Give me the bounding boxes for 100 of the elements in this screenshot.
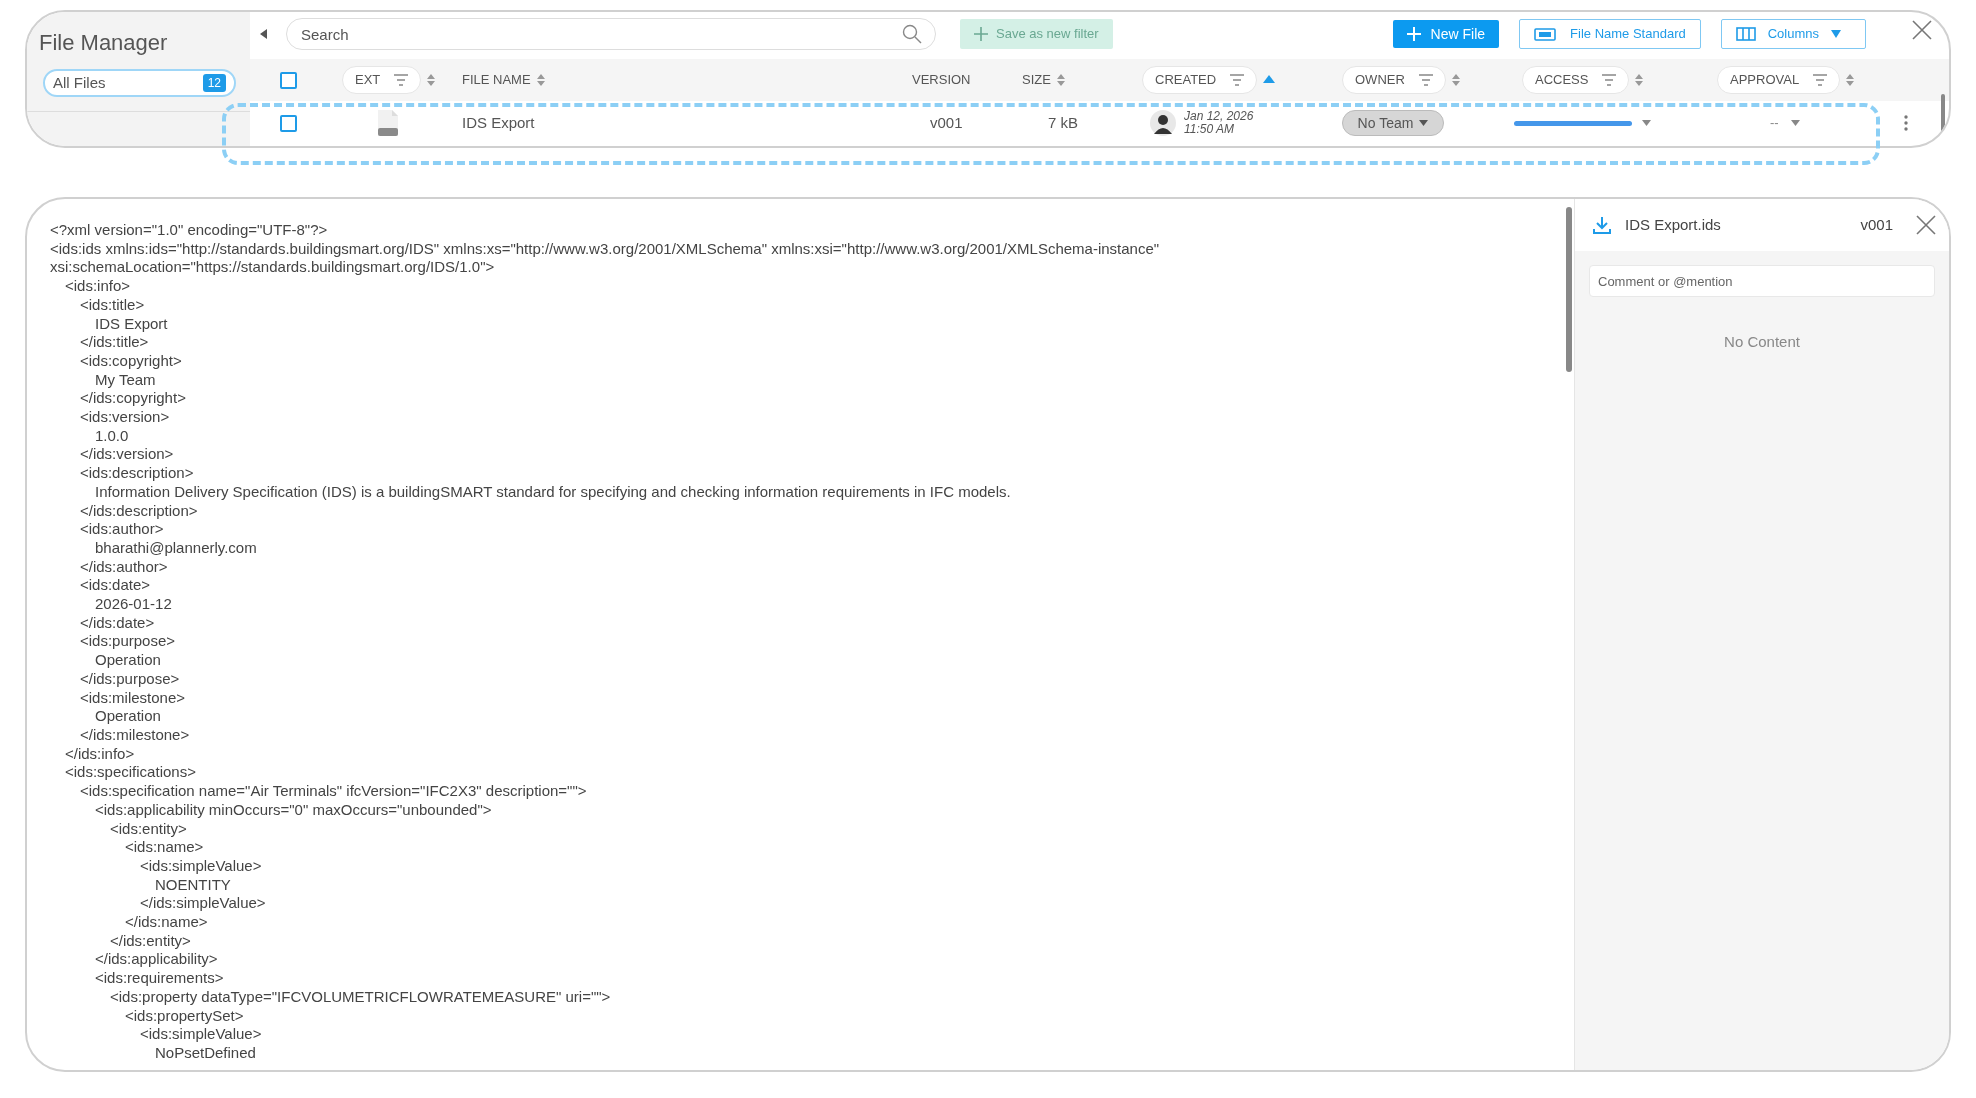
empty-message: No Content: [1723, 332, 1801, 352]
code-line: <ids:version>: [79, 408, 171, 427]
plus-icon: [974, 27, 988, 41]
column-header[interactable]: OWNER: [1342, 66, 1446, 94]
sort-icon[interactable]: [1056, 74, 1065, 86]
code-line: Information Delivery Specification (IDS) is a buildingSMART standard for specifying and checking information requirements in IFC models.: [94, 482, 1012, 502]
app-title: File Manager: [38, 29, 169, 57]
code-line: </ids:version>: [79, 445, 175, 465]
code-line: </ids:info>: [64, 744, 136, 764]
code-line: <ids:title>: [79, 295, 146, 315]
sort-icon[interactable]: [1846, 74, 1855, 86]
sort-icon[interactable]: [1635, 74, 1644, 86]
column-header[interactable]: CREATED: [1142, 66, 1258, 94]
sort-icon[interactable]: [536, 74, 545, 86]
column-header[interactable]: EXT: [342, 66, 422, 94]
code-line: <ids:info>: [64, 277, 132, 296]
code-line: Operation: [94, 651, 162, 670]
approval-value[interactable]: --: [1770, 113, 1779, 133]
close-button[interactable]: [1915, 214, 1937, 236]
column-header[interactable]: APPROVAL: [1717, 66, 1841, 94]
sort-ascending-icon[interactable]: [1263, 75, 1276, 83]
checkbox[interactable]: [280, 114, 297, 132]
code-line: <ids:applicability minOccurs="0" maxOccurs="unbounded">: [94, 800, 493, 820]
file-name: IDS Export.ids: [1625, 214, 1722, 235]
code-line: xsi:schemaLocation="https://standards.buildingsmart.org/IDS/1.0">: [50, 258, 496, 278]
download-icon: [1593, 216, 1611, 234]
caret-left-icon: [260, 29, 268, 39]
checkbox[interactable]: [280, 71, 297, 89]
header-label: OWNER: [1355, 71, 1405, 90]
column-header[interactable]: VERSION: [912, 66, 971, 94]
code-line: <ids:simpleValue>: [139, 1025, 263, 1044]
created-time: 11:50 AM: [1184, 123, 1236, 136]
code-line: 2026-01-12: [94, 595, 173, 614]
search-field[interactable]: Search: [286, 18, 936, 50]
code-line: <ids:specification name="Air Terminals" ifcVersion="IFC2X3" description="">: [79, 782, 588, 801]
filter-icon[interactable]: [1813, 74, 1828, 86]
item-label: All Files: [53, 72, 106, 93]
header-label: CREATED: [1155, 71, 1217, 90]
created-date: Jan 12, 2026: [1184, 110, 1254, 123]
file-version: v001: [1860, 214, 1893, 235]
caret-down-icon[interactable]: [1642, 120, 1651, 126]
code-line: </ids:entity>: [109, 931, 192, 951]
owner-dropdown[interactable]: No Team: [1342, 110, 1444, 136]
sort-icon[interactable]: [427, 74, 436, 86]
version-text: v001: [930, 113, 963, 131]
code-line: </ids:description>: [79, 501, 199, 521]
code-line: </ids:title>: [79, 333, 150, 352]
code-line: My Team: [94, 370, 157, 390]
code-line: </ids:date>: [79, 613, 156, 633]
code-line: <ids:date>: [79, 576, 152, 596]
code-line: </ids:simpleValue>: [139, 894, 267, 913]
code-line: <ids:requirements>: [94, 969, 225, 988]
code-line: <?xml version="1.0" encoding="UTF-8"?>: [50, 221, 329, 240]
caret-down-icon[interactable]: [1419, 120, 1429, 126]
download-button[interactable]: [1593, 216, 1611, 234]
column-header[interactable]: FILE NAME: [462, 66, 545, 94]
file-icon: [376, 110, 400, 136]
comment-field[interactable]: Comment or @mention: [1589, 265, 1935, 297]
code-line: </ids:author>: [79, 557, 169, 577]
sidebar-item[interactable]: All Files 12: [43, 69, 236, 97]
caret-down-icon: [1831, 30, 1841, 38]
plus-icon: [1406, 27, 1421, 41]
code-line: <ids:simpleValue>: [139, 856, 263, 876]
filter-icon[interactable]: [394, 74, 409, 86]
code-line: Operation: [94, 707, 162, 726]
code-line: <ids:entity>: [109, 819, 188, 839]
header-label: APPROVAL: [1730, 71, 1800, 90]
filter-icon[interactable]: [1418, 74, 1433, 86]
code-line: </ids:milestone>: [79, 726, 191, 745]
more-icon[interactable]: [1904, 115, 1908, 131]
file-name[interactable]: IDS Export: [462, 113, 535, 131]
code-line: 1.0.0: [94, 426, 130, 446]
code-line: <ids:milestone>: [79, 688, 187, 708]
code-line: NoPsetDefined: [154, 1043, 257, 1063]
label-icon: [1534, 27, 1557, 41]
code-line: <ids:copyright>: [79, 351, 183, 371]
code-line: <ids:propertySet>: [124, 1006, 245, 1026]
code-line: <ids:name>: [124, 838, 205, 857]
access-bar[interactable]: [1514, 120, 1632, 126]
code-line: </ids:copyright>: [79, 389, 187, 409]
code-line: bharathi@plannerly.com: [94, 538, 258, 558]
close-button[interactable]: [1911, 18, 1935, 42]
column-header[interactable]: SIZE: [1022, 66, 1065, 94]
code-line: <ids:purpose>: [79, 632, 177, 652]
caret-down-icon[interactable]: [1790, 120, 1800, 126]
code-line: </ids:applicability>: [94, 950, 219, 970]
avatar-icon: [1150, 110, 1176, 136]
code-line: </ids:purpose>: [79, 669, 181, 689]
code-line: <ids:property dataType="IFCVOLUMETRICFLOWRATEMEASURE" uri="">: [109, 987, 612, 1007]
size-text: 7 kB: [1048, 113, 1078, 131]
column-header[interactable]: ACCESS: [1522, 66, 1630, 94]
code-line: NOENTITY: [154, 875, 232, 895]
code-line: IDS Export: [94, 314, 169, 334]
scrollbar[interactable]: [1566, 207, 1572, 372]
filter-icon[interactable]: [1602, 74, 1617, 86]
filter-icon[interactable]: [1230, 74, 1245, 86]
header-label: ACCESS: [1535, 71, 1589, 90]
code-line: </ids:name>: [124, 913, 209, 932]
sort-icon[interactable]: [1451, 74, 1460, 86]
code-line: <ids:author>: [79, 520, 165, 539]
